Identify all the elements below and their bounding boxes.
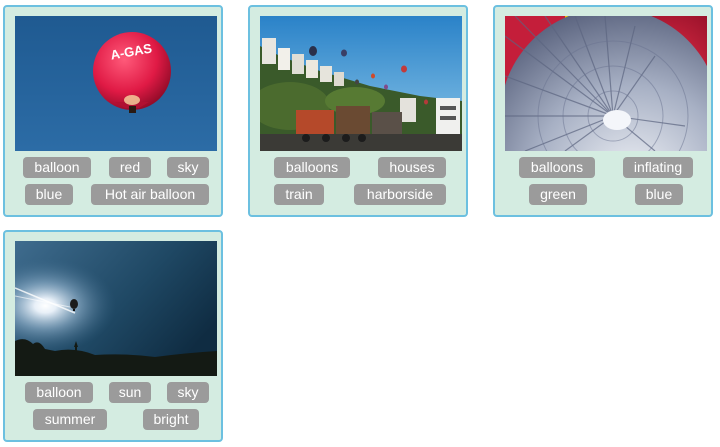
tag-balloons[interactable]: balloons [519, 157, 595, 178]
card-photo[interactable] [15, 241, 217, 376]
tag-balloon[interactable]: balloon [23, 157, 91, 178]
tag-balloons[interactable]: balloons [274, 157, 350, 178]
card-photo[interactable] [505, 16, 707, 151]
tag-harborside[interactable]: harborside [354, 184, 446, 205]
harborside-balloons-photo [260, 16, 462, 151]
sunny-sky-balloon-photo [15, 241, 217, 376]
tag-sun[interactable]: sun [109, 382, 151, 403]
tag-summer[interactable]: summer [33, 409, 107, 430]
tag-balloon[interactable]: balloon [25, 382, 93, 403]
tag-inflating[interactable]: inflating [623, 157, 693, 178]
hot-air-balloon-photo: A-GAS [15, 16, 217, 151]
tag-blue[interactable]: blue [25, 184, 73, 205]
card-photo[interactable]: A-GAS [15, 16, 217, 151]
tag-sky[interactable]: sky [167, 382, 209, 403]
tag-train[interactable]: train [274, 184, 324, 205]
card-photo[interactable] [260, 16, 462, 151]
image-card: balloons houses train harborside [248, 5, 468, 217]
tag-bright[interactable]: bright [143, 409, 199, 430]
image-card: balloons inflating green blue [493, 5, 713, 217]
tag-blue[interactable]: blue [635, 184, 683, 205]
image-card: A-GAS balloon red sky blue Hot air ballo… [3, 5, 223, 217]
balloons-inflating-photo [505, 16, 707, 151]
tag-green[interactable]: green [529, 184, 587, 205]
tag-sky[interactable]: sky [167, 157, 209, 178]
tag-hot-air-balloon[interactable]: Hot air balloon [91, 184, 209, 205]
tag-red[interactable]: red [109, 157, 151, 178]
image-card: balloon sun sky summer bright [3, 230, 223, 442]
tag-houses[interactable]: houses [378, 157, 446, 178]
